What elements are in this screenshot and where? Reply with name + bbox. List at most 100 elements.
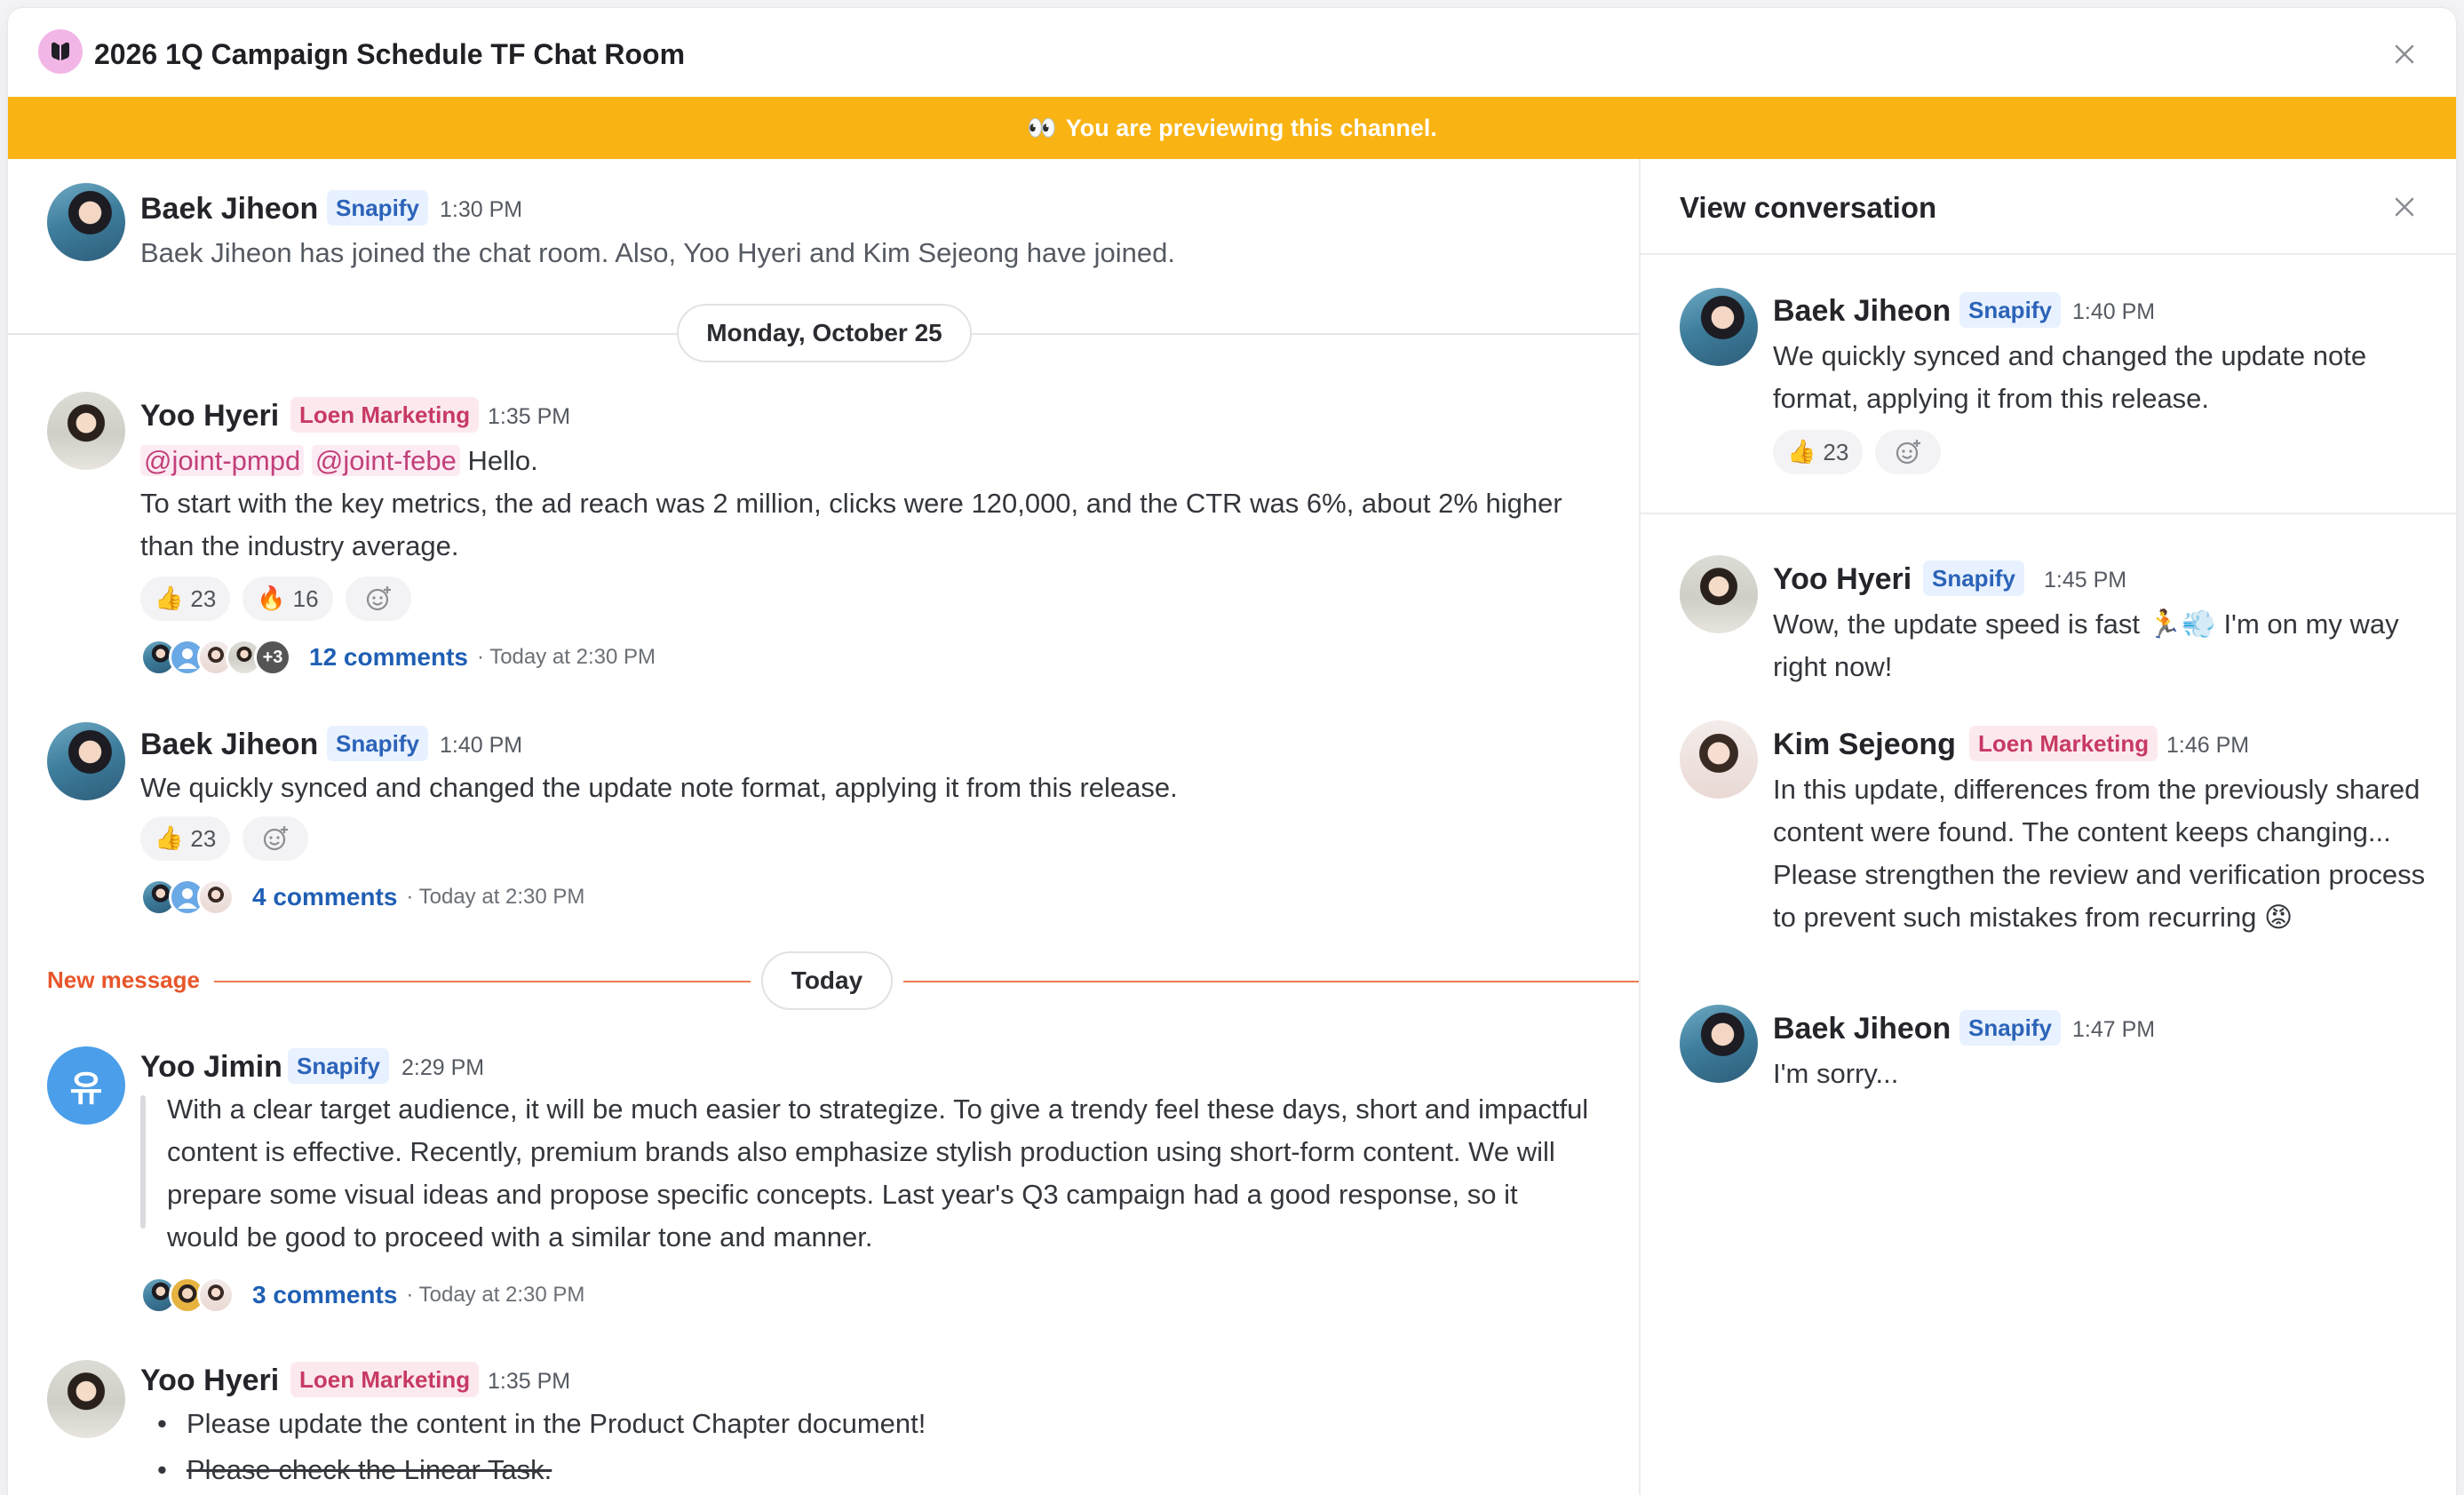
mention-link[interactable]: @joint-febe <box>311 445 460 476</box>
reaction-thumbs-up[interactable]: 👍 23 <box>140 577 231 621</box>
reaction-fire[interactable]: 🔥 16 <box>242 577 333 621</box>
message-text: To start with the key metrics, the ad re… <box>140 488 1562 561</box>
message-text: With a clear target audience, it will be… <box>167 1093 1589 1252</box>
avatar[interactable] <box>1680 720 1758 799</box>
thread-comments-link[interactable]: 3 comments <box>252 1281 397 1309</box>
thread-panel-title: View conversation <box>1680 191 1937 224</box>
avatar[interactable] <box>47 1360 125 1438</box>
avatar[interactable] <box>1680 555 1758 633</box>
avatar[interactable] <box>47 183 125 261</box>
add-emoji-icon <box>1896 440 1921 465</box>
avatar[interactable]: 유 <box>47 1046 125 1125</box>
bullet-dot: • <box>157 1454 167 1485</box>
message-time: 1:46 PM <box>2166 733 2250 758</box>
chat-room-title: 2026 1Q Campaign Schedule TF Chat Room <box>94 38 686 70</box>
org-badge: Snapify <box>327 190 428 226</box>
author-name[interactable]: Yoo Jimin <box>140 1050 282 1085</box>
author-name[interactable]: Yoo Hyeri <box>140 399 279 433</box>
avatar-initial: 유 <box>69 1069 103 1109</box>
title-bar: 2026 1Q Campaign Schedule TF Chat Room <box>8 8 2456 97</box>
reaction-thumbs-up[interactable]: 👍 23 <box>140 816 231 861</box>
thread-summary[interactable]: 3 comments · Today at 2:30 PM <box>140 1276 584 1314</box>
thread-comments-link[interactable]: 12 comments <box>309 643 468 672</box>
message-text: In this update, differences from the pre… <box>1773 774 2426 933</box>
participant-avatar <box>197 879 234 916</box>
message-time: 1:45 PM <box>2044 568 2127 592</box>
close-icon[interactable] <box>2392 42 2417 67</box>
today-divider: Today <box>761 951 893 1010</box>
reaction-count: 23 <box>190 584 217 612</box>
message-text: Wow, the update speed is fast 🏃💨 I'm on … <box>1773 608 2399 682</box>
reaction-count: 23 <box>190 824 217 852</box>
reaction-bar: 👍 23 <box>1773 430 1942 474</box>
message-time: 2:29 PM <box>401 1055 485 1080</box>
org-badge: Snapify <box>1959 1010 2061 1046</box>
message-time: 1:35 PM <box>488 1369 571 1394</box>
avatar[interactable] <box>47 722 125 800</box>
close-icon[interactable] <box>2392 195 2417 219</box>
author-name[interactable]: Baek Jiheon <box>140 192 318 227</box>
message-body: @joint-pmpd @joint-febe Hello. <box>140 440 1606 482</box>
author-name[interactable]: Baek Jiheon <box>140 728 318 762</box>
reaction-thumbs-up[interactable]: 👍 23 <box>1773 430 1864 474</box>
author-name[interactable]: Kim Sejeong <box>1773 728 1956 762</box>
avatar[interactable] <box>47 392 125 470</box>
bullet-item: Please update the content in the Product… <box>187 1408 926 1439</box>
message-text: I'm sorry... <box>1773 1058 1899 1089</box>
thread-summary[interactable]: 4 comments · Today at 2:30 PM <box>140 879 584 916</box>
mention-link[interactable]: @joint-pmpd <box>140 445 305 476</box>
app-logo-icon <box>38 29 83 74</box>
participant-avatar <box>197 1276 234 1314</box>
message-time: 1:40 PM <box>2072 299 2156 324</box>
thumbs-up-icon: 👍 <box>1787 439 1816 465</box>
more-participants: +3 <box>254 639 291 676</box>
thread-last-reply-time: · Today at 2:30 PM <box>406 1283 585 1307</box>
preview-banner: 👀 You are previewing this channel. <box>8 97 2456 159</box>
thumbs-up-icon: 👍 <box>155 585 184 612</box>
author-name[interactable]: Baek Jiheon <box>1773 294 1951 329</box>
add-reaction-button[interactable] <box>345 577 411 621</box>
thumbs-up-icon: 👍 <box>155 825 184 852</box>
org-badge: Loen Marketing <box>290 1362 480 1397</box>
new-message-line <box>214 981 751 982</box>
chat-window: 2026 1Q Campaign Schedule TF Chat Room 👀… <box>8 8 2456 1495</box>
new-message-label: New message <box>47 966 200 993</box>
message-time: 1:47 PM <box>2072 1017 2156 1042</box>
org-badge: Snapify <box>1959 292 2061 328</box>
message-text: We quickly synced and changed the update… <box>1773 340 2367 414</box>
author-name[interactable]: Baek Jiheon <box>1773 1012 1951 1046</box>
reaction-count: 23 <box>1823 438 1849 465</box>
thread-panel-header: View conversation <box>1641 159 2456 255</box>
quote-bar <box>140 1095 146 1229</box>
add-emoji-icon <box>264 826 289 851</box>
date-divider: Monday, October 25 <box>677 304 972 362</box>
new-message-line <box>903 981 1639 982</box>
org-badge: Loen Marketing <box>1969 726 2158 761</box>
avatar[interactable] <box>1680 288 1758 366</box>
reaction-count: 16 <box>292 584 319 612</box>
divider-line <box>1641 513 2456 514</box>
author-name[interactable]: Yoo Hyeri <box>140 1364 279 1398</box>
bullet-dot: • <box>157 1408 167 1439</box>
message-list[interactable]: Baek Jiheon Snapify 1:30 PM Baek Jiheon … <box>8 159 1639 1495</box>
thread-panel: View conversation Baek Jiheon Snapify 1:… <box>1639 159 2456 1495</box>
thread-comments-link[interactable]: 4 comments <box>252 883 397 911</box>
bullet-item: Please check the Linear Task. <box>187 1454 552 1485</box>
thread-last-reply-time: · Today at 2:30 PM <box>476 645 656 669</box>
message-time: 1:30 PM <box>440 197 523 222</box>
message-time: 1:35 PM <box>488 404 571 429</box>
avatar[interactable] <box>1680 1005 1758 1083</box>
org-badge: Loen Marketing <box>290 397 480 433</box>
message-time: 1:40 PM <box>440 733 523 758</box>
add-reaction-button[interactable] <box>242 816 309 861</box>
thread-summary[interactable]: +3 12 comments · Today at 2:30 PM <box>140 639 656 676</box>
author-name[interactable]: Yoo Hyeri <box>1773 562 1912 597</box>
org-badge: Snapify <box>1923 561 2024 596</box>
add-emoji-icon <box>366 586 391 611</box>
reaction-bar: 👍 23 🔥 16 <box>140 577 411 621</box>
message-text: We quickly synced and changed the update… <box>140 772 1178 803</box>
add-reaction-button[interactable] <box>1875 430 1942 474</box>
fire-icon: 🔥 <box>257 585 286 612</box>
message-greeting: Hello. <box>467 445 538 476</box>
org-badge: Snapify <box>327 726 428 761</box>
